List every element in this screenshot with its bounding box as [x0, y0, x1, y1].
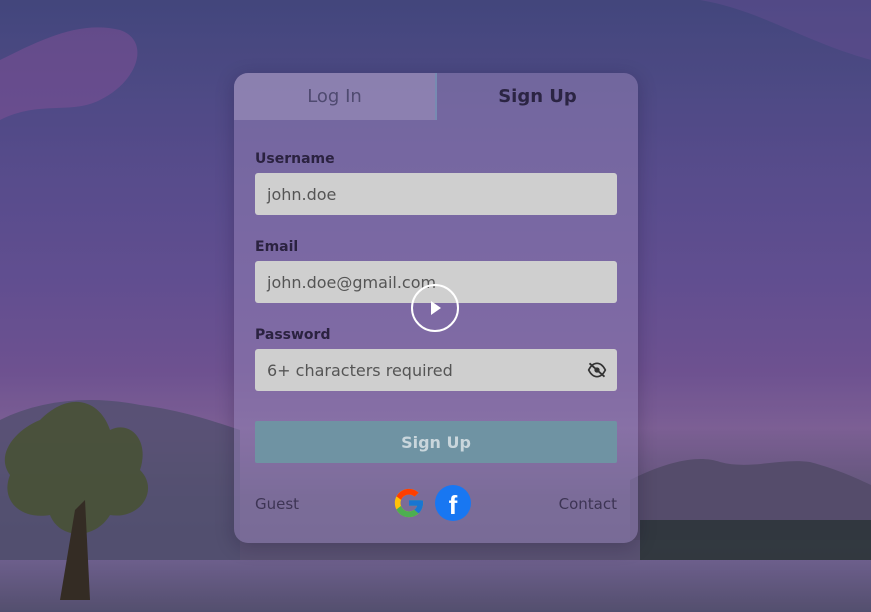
play-icon[interactable]	[411, 284, 459, 332]
username-field[interactable]: john.doe	[255, 173, 617, 215]
google-icon[interactable]	[391, 485, 427, 521]
eye-off-icon[interactable]	[587, 361, 607, 379]
username-label: Username	[255, 151, 335, 167]
password-placeholder: 6+ characters required	[267, 360, 453, 380]
password-field[interactable]: 6+ characters required	[255, 349, 617, 391]
signup-form: Username john.doe Email john.doe@gmail.c…	[255, 151, 617, 415]
card-footer: Guest f Contact	[255, 485, 617, 523]
guest-link[interactable]: Guest	[255, 495, 299, 513]
auth-tabs: Log In Sign Up	[234, 73, 638, 120]
email-label: Email	[255, 239, 299, 255]
social-login: f	[391, 485, 471, 521]
tab-log-in[interactable]: Log In	[234, 73, 437, 120]
tab-sign-up[interactable]: Sign Up	[437, 73, 638, 120]
signup-button[interactable]: Sign Up	[255, 421, 617, 463]
contact-link[interactable]: Contact	[559, 495, 617, 513]
facebook-icon[interactable]: f	[435, 485, 471, 521]
